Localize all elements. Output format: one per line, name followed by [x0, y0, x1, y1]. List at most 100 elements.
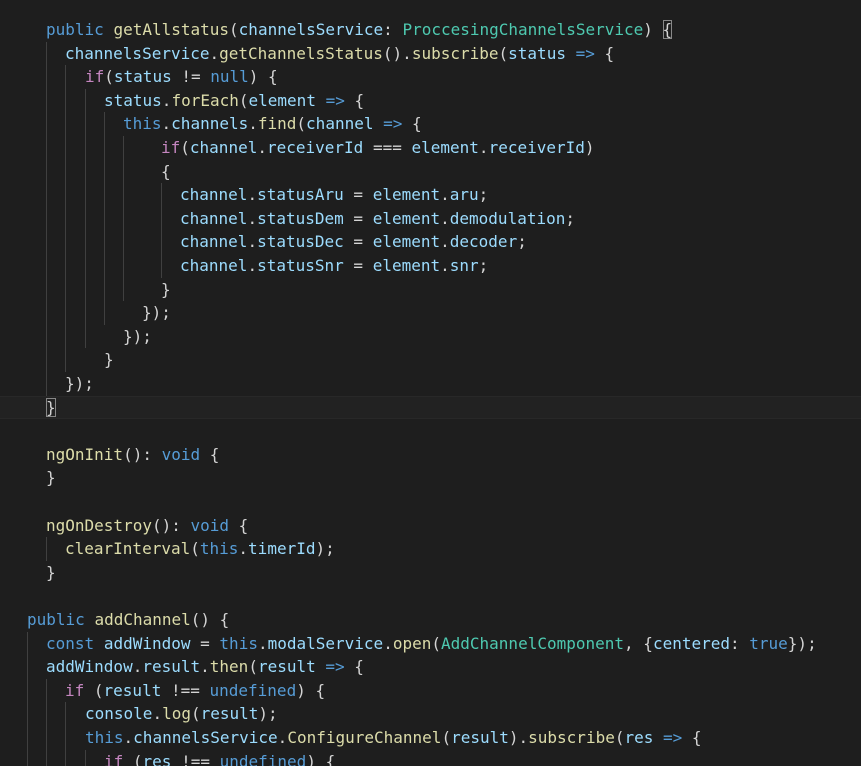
code-line[interactable]: public addChannel() { — [0, 608, 861, 632]
code-line[interactable]: clearInterval(this.timerId); — [0, 537, 861, 561]
code-line[interactable]: channel.statusDem = element.demodulation… — [0, 206, 861, 231]
code-token: demodulation — [449, 208, 566, 228]
code-token: statusDem — [257, 208, 344, 228]
code-line[interactable]: if (result !== undefined) { — [0, 678, 861, 703]
code-line[interactable]: channelsService.getChannelsStatus().subs… — [0, 41, 861, 66]
indent-guide — [65, 206, 66, 231]
code-line[interactable]: }); — [0, 324, 861, 349]
code-token: ; — [478, 256, 489, 275]
code-line[interactable]: status.forEach(element => { — [0, 88, 861, 113]
code-line[interactable]: if (res !== undefined) { — [0, 749, 861, 766]
code-token: ) { — [248, 67, 278, 87]
code-line[interactable]: this.channels.find(channel => { — [0, 112, 861, 136]
matched-bracket: } — [46, 397, 56, 417]
code-token: element — [372, 208, 441, 228]
code-text: } — [104, 348, 114, 372]
code-token: undefined — [219, 751, 307, 766]
code-token: public — [46, 20, 104, 39]
indent-guide — [65, 348, 66, 372]
code-token: != — [171, 67, 211, 87]
code-editor[interactable]: public getAllstatus(channelsService: Pro… — [0, 0, 861, 766]
code-token: ( — [104, 67, 114, 87]
code-line[interactable]: channel.statusSnr = element.snr; — [0, 254, 861, 278]
indent-guide — [46, 41, 47, 66]
indent-guide — [85, 112, 86, 136]
indent-guide — [85, 749, 86, 766]
code-token: }); — [142, 303, 171, 323]
code-line[interactable]: { — [0, 159, 861, 184]
code-token: addWindow — [103, 633, 191, 653]
code-token: ( — [84, 680, 104, 700]
code-token: { — [402, 114, 422, 134]
code-token: this — [123, 114, 162, 134]
indent-guide — [46, 702, 47, 726]
code-token: }); — [65, 374, 94, 393]
code-line[interactable]: if(status != null) { — [0, 65, 861, 89]
indent-guide — [65, 88, 66, 113]
code-token: . — [277, 728, 288, 747]
code-line[interactable]: } — [0, 348, 861, 372]
indent-guide — [46, 726, 47, 750]
code-line[interactable]: } — [0, 561, 861, 585]
code-token: . — [209, 43, 220, 63]
code-token: = — [343, 208, 373, 228]
indent-guide — [46, 65, 47, 89]
code-line[interactable]: ngOnDestroy(): void { — [0, 514, 861, 538]
code-line[interactable]: } — [0, 277, 861, 302]
code-line[interactable]: } — [0, 396, 861, 420]
code-token: res — [624, 728, 654, 747]
code-line[interactable]: console.log(result); — [0, 702, 861, 726]
code-line[interactable]: }); — [0, 301, 861, 325]
code-token: open — [392, 633, 432, 653]
indent-guide — [123, 136, 124, 160]
code-token: result — [451, 728, 509, 747]
code-text: status.forEach(element => { — [104, 89, 364, 113]
code-token: channelsService — [238, 20, 384, 39]
code-line[interactable] — [0, 584, 861, 608]
code-text: public getAllstatus(channelsService: Pro… — [46, 18, 673, 42]
code-token: channel — [180, 232, 248, 252]
code-line[interactable] — [0, 419, 861, 443]
indent-guide — [46, 206, 47, 231]
code-token: status — [104, 90, 162, 110]
code-line[interactable]: public getAllstatus(channelsService: Pro… — [0, 18, 861, 42]
code-token: . — [161, 114, 172, 134]
code-line[interactable]: ngOnInit(): void { — [0, 443, 861, 467]
code-token: if — [65, 680, 85, 700]
code-line[interactable]: this.channelsService.ConfigureChannel(re… — [0, 726, 861, 750]
code-token: ) — [643, 20, 663, 39]
code-line[interactable]: }); — [0, 372, 861, 396]
code-text: const addWindow = this.modalService.open… — [46, 632, 817, 656]
indent-guide — [46, 372, 47, 396]
code-token: => — [575, 43, 595, 63]
indent-guide — [104, 206, 105, 231]
code-line[interactable]: channel.statusAru = element.aru; — [0, 183, 861, 207]
code-token: ( — [296, 114, 307, 134]
code-token: channel — [189, 138, 258, 157]
indent-guide — [65, 159, 66, 184]
code-token: find — [257, 114, 297, 134]
code-token: if — [161, 138, 181, 157]
code-line[interactable]: addWindow.result.then(result => { — [0, 655, 861, 679]
code-line[interactable]: if(channel.receiverId === element.receiv… — [0, 136, 861, 160]
code-token: ( — [431, 633, 441, 653]
code-line[interactable]: } — [0, 466, 861, 490]
indent-guide — [104, 112, 105, 136]
indent-guide — [46, 348, 47, 372]
indent-guide — [85, 136, 86, 160]
code-token: (). — [382, 43, 412, 63]
code-text: if (result !== undefined) { — [65, 679, 325, 703]
code-token: ( — [190, 539, 200, 559]
code-token: this — [199, 539, 239, 559]
indent-guide — [104, 159, 105, 184]
code-token: result — [103, 680, 162, 700]
code-token: channel — [180, 208, 248, 228]
code-line[interactable]: const addWindow = this.modalService.open… — [0, 631, 861, 656]
code-token: }); — [123, 326, 152, 346]
code-token: ; — [565, 208, 575, 228]
code-line[interactable] — [0, 490, 861, 514]
indent-guide — [85, 254, 86, 278]
indent-guide — [46, 301, 47, 325]
code-line[interactable]: channel.statusDec = element.decoder; — [0, 230, 861, 254]
